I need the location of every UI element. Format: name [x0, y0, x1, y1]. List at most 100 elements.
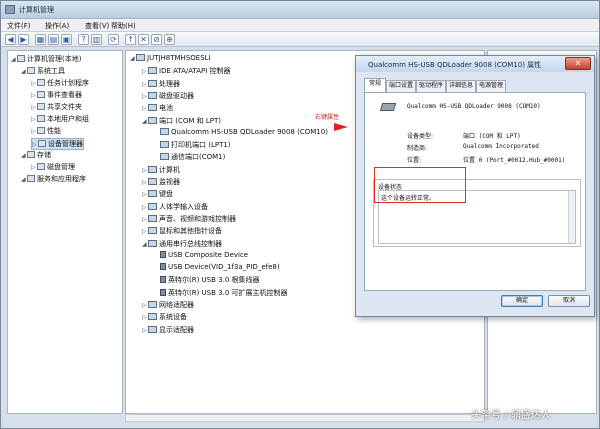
device-tree-item[interactable]: 打印机端口 (LPT1): [154, 140, 231, 150]
tab-port-settings[interactable]: 端口设置: [386, 80, 416, 92]
device-tree-label: 磁盘驱动器: [159, 91, 194, 100]
title-bar: 计算机管理: [1, 1, 599, 19]
help-icon[interactable]: ?: [78, 34, 89, 45]
device-icon: [160, 250, 166, 258]
device-tree-label: USB Composite Device: [168, 250, 249, 259]
device-tree-item[interactable]: ▷ IDE ATA/ATAPI 控制器: [142, 66, 231, 76]
console-tree-icon[interactable]: ▤: [48, 34, 59, 45]
console-tree-item[interactable]: ▷ 事件查看器: [31, 90, 82, 100]
console-tree: ◢ 计算机管理(本地) ◢ 系统工具 ▷ 任务计划程序 ▷ 事件查看器 ▷ 共享文件夹 ▷ 本地用户和…: [7, 50, 123, 414]
device-tree-item[interactable]: ◢ 通用串行总线控制器: [142, 239, 222, 249]
device-tree-item[interactable]: ▷ 显示适配器: [142, 325, 194, 335]
tab-driver[interactable]: 驱动程序: [416, 80, 446, 92]
close-icon[interactable]: ✕: [565, 57, 591, 70]
console-tree-item[interactable]: ▷ 共享文件夹: [31, 102, 82, 112]
back-icon[interactable]: ◀: [5, 34, 16, 45]
window-title: 计算机管理: [19, 6, 54, 14]
console-tree-item[interactable]: ▷ 任务计划程序: [31, 78, 89, 88]
device-tree-item[interactable]: ▷ 处理器: [142, 79, 180, 89]
tab-details[interactable]: 详细信息: [446, 80, 476, 92]
device-icon: [148, 239, 157, 247]
console-tree-label: 任务计划程序: [47, 79, 89, 87]
tree-node-icon: [38, 140, 46, 147]
up-folder-icon[interactable]: ▦: [35, 34, 46, 45]
device-tree-label: 声音、视频和游戏控制器: [159, 214, 236, 223]
device-tree-label: 网络适配器: [159, 301, 194, 309]
console-tree-item[interactable]: ▷ 性能: [31, 126, 61, 136]
console-tree-item[interactable]: ◢ 计算机管理(本地): [11, 54, 81, 64]
console-tree-label: 磁盘管理: [47, 163, 75, 171]
device-type-value: 端口 (COM 和 LPT): [463, 133, 521, 140]
device-tree-item[interactable]: ◢ 端口 (COM 和 LPT): [142, 116, 221, 126]
tab-power-management[interactable]: 电源管理: [476, 80, 506, 92]
console-tree-item[interactable]: ◢ 服务和应用程序: [21, 174, 86, 184]
device-icon: [148, 79, 157, 87]
device-tree-label: 计算机: [159, 165, 180, 174]
highlight-box: [374, 167, 466, 203]
scan-hardware-icon[interactable]: ⟳: [108, 34, 119, 45]
device-icon: [148, 116, 157, 124]
menu-file[interactable]: 文件(F): [7, 21, 31, 31]
tree-node-icon: [37, 103, 45, 110]
cancel-button[interactable]: 取消: [548, 295, 590, 307]
device-tree-label: 显示适配器: [159, 325, 194, 334]
device-icon: [160, 127, 169, 135]
port-device-icon: [379, 103, 397, 111]
device-tree-item[interactable]: 通信端口(COM1): [154, 152, 225, 162]
console-tree-item[interactable]: ▷ 设备管理器: [31, 138, 84, 150]
device-tree-label: 键盘: [159, 190, 173, 199]
device-tree-item[interactable]: 英特尔(R) USB 3.0 可扩展主机控制器: [154, 288, 288, 298]
device-tree-item[interactable]: ▷ 计算机: [142, 165, 180, 175]
watermark: 头条号 / 鼎盛达人: [471, 410, 551, 421]
device-tree-item[interactable]: ▷ 系统设备: [142, 312, 187, 322]
device-tree-item[interactable]: Qualcomm HS-USB QDLoader 9008 (COM10): [154, 127, 328, 136]
horizontal-scrollbar[interactable]: [125, 414, 485, 422]
manufacturer-label: 制造商:: [407, 145, 428, 152]
annotation-arrow-icon: [334, 123, 348, 131]
disable-icon[interactable]: ⊘: [151, 34, 162, 45]
console-tree-label: 性能: [47, 127, 61, 135]
console-tree-item[interactable]: ◢ 存储: [21, 150, 51, 160]
device-tree-item[interactable]: ▷ 鼠标和其他指针设备: [142, 226, 222, 236]
menu-view[interactable]: 查看(V): [85, 21, 109, 31]
menu-action[interactable]: 操作(A): [45, 21, 69, 31]
dialog-title: Qualcomm HS-USB QDLoader 9008 (COM10) 属性: [368, 61, 542, 69]
device-tree-item[interactable]: ▷ 声音、视频和游戏控制器: [142, 214, 236, 224]
device-icon: [148, 165, 157, 173]
device-tree-item[interactable]: ▷ 电池: [142, 103, 173, 113]
device-tree-item[interactable]: ▷ 磁盘驱动器: [142, 91, 194, 101]
console-tree-label: 设备管理器: [48, 140, 83, 148]
tab-general[interactable]: 常规: [364, 78, 386, 92]
tree-node-icon: [37, 91, 45, 98]
device-tree-item[interactable]: USB Device(VID_1f3a_PID_efe8): [154, 263, 280, 271]
device-tree-item[interactable]: ▷ 监视器: [142, 177, 180, 187]
uninstall-icon[interactable]: ✕: [138, 34, 149, 45]
console-tree-item[interactable]: ▷ 磁盘管理: [31, 162, 75, 172]
device-icon: [160, 141, 169, 149]
action-pane-icon[interactable]: ▥: [91, 34, 102, 45]
enable-icon[interactable]: ⊕: [164, 34, 175, 45]
menu-help[interactable]: 帮助(H): [111, 21, 136, 31]
console-tree-label: 共享文件夹: [47, 103, 82, 111]
update-driver-icon[interactable]: ↑: [125, 34, 136, 45]
device-tree-item[interactable]: 英特尔(R) USB 3.0 根集线器: [154, 275, 260, 285]
device-tree-item[interactable]: ▷ 键盘: [142, 189, 173, 199]
location-value: 位置 0 (Port_#0012.Hub_#0001): [463, 157, 566, 164]
device-tree-item[interactable]: ◢ JUTJH8TMHSOESLI: [130, 54, 211, 62]
device-icon: [148, 91, 157, 99]
console-tree-item[interactable]: ▷ 本地用户和组: [31, 114, 89, 124]
device-type-label: 设备类型:: [407, 133, 434, 140]
properties-icon[interactable]: ▣: [61, 34, 72, 45]
status-scrollbar[interactable]: [568, 191, 575, 243]
computer-management-icon: [5, 5, 15, 14]
device-tree-item[interactable]: ▷ 人体学输入设备: [142, 202, 208, 212]
console-tree-label: 存储: [37, 151, 51, 159]
console-tree-item[interactable]: ◢ 系统工具: [21, 66, 65, 76]
location-label: 位置:: [407, 157, 422, 164]
device-tree-label: 电池: [159, 104, 173, 113]
device-icon: [148, 202, 157, 210]
ok-button[interactable]: 确定: [501, 295, 543, 307]
device-tree-item[interactable]: ▷ 网络适配器: [142, 300, 194, 310]
forward-icon[interactable]: ▶: [18, 34, 29, 45]
device-tree-item[interactable]: USB Composite Device: [154, 250, 249, 259]
